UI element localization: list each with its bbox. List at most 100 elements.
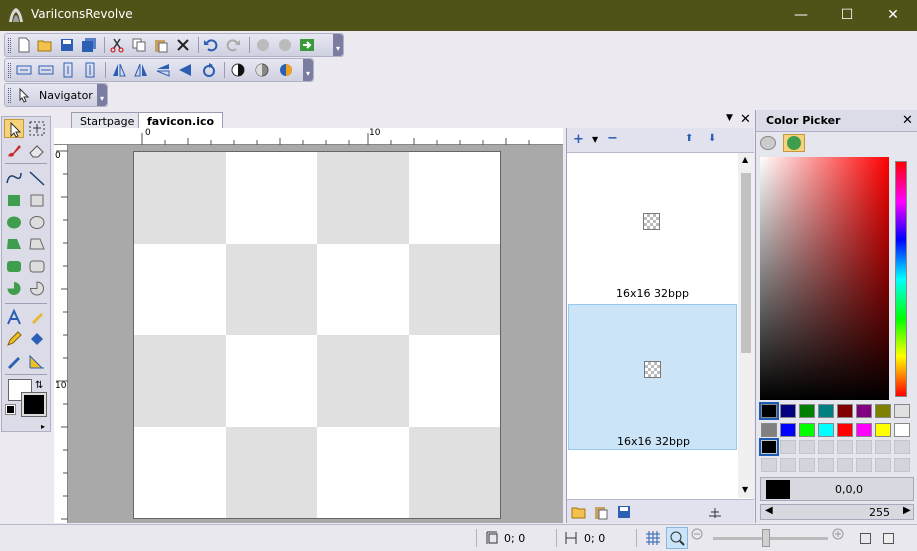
expand-horizontal-icon[interactable] (38, 62, 56, 78)
open-folder-icon[interactable] (37, 37, 55, 53)
alpha-decrease-icon[interactable]: ◀ (765, 505, 773, 516)
palette-swatch[interactable] (894, 423, 910, 437)
palette-swatch[interactable] (799, 423, 815, 437)
format-item[interactable]: 16x16 32bpp (568, 155, 737, 301)
line-tool-icon[interactable] (27, 169, 47, 188)
view-multiple-icon[interactable] (883, 533, 894, 544)
toolbar-overflow-icon[interactable]: ▾ (97, 84, 107, 106)
toolbar-overflow-icon[interactable]: ▾ (303, 59, 313, 81)
zoom-slider-thumb[interactable] (762, 529, 770, 547)
custom-color-slot[interactable] (837, 458, 853, 472)
add-format-icon[interactable]: + (573, 132, 584, 147)
import-folder-icon[interactable] (571, 504, 587, 520)
help-icon[interactable] (255, 37, 273, 53)
palette-swatch[interactable] (894, 404, 910, 418)
rotate-icon[interactable] (201, 62, 219, 78)
redo-icon[interactable] (225, 37, 243, 53)
flip-horizontal-icon[interactable] (111, 62, 129, 78)
zoom-fit-icon[interactable] (666, 527, 688, 549)
custom-color-slot[interactable] (780, 458, 796, 472)
mirror-vertical-icon[interactable] (177, 62, 195, 78)
custom-color-slot[interactable] (856, 440, 872, 454)
palette-swatch[interactable] (818, 404, 834, 418)
palette-swatch[interactable] (780, 423, 796, 437)
export-icon[interactable] (299, 37, 317, 53)
close-tab-icon[interactable]: ✕ (740, 112, 751, 127)
toolbar-grip[interactable] (8, 88, 11, 103)
expand-vertical-icon[interactable] (82, 62, 100, 78)
info-icon[interactable] (277, 37, 295, 53)
pencil-tool-icon[interactable] (4, 330, 24, 349)
save-all-icon[interactable] (81, 37, 99, 53)
foreground-color-swatch[interactable] (21, 392, 47, 417)
minimize-button[interactable]: — (778, 0, 824, 31)
palette-swatch[interactable] (837, 404, 853, 418)
custom-color-slot[interactable] (799, 440, 815, 454)
color-balance-icon[interactable] (278, 62, 296, 78)
pointer-icon[interactable] (16, 87, 34, 103)
filled-rounded-rect-tool-icon[interactable] (4, 257, 24, 276)
custom-color-slot[interactable] (818, 458, 834, 472)
tab-list-dropdown-icon[interactable]: ▼ (726, 113, 733, 123)
palette-swatch[interactable] (856, 404, 872, 418)
view-single-icon[interactable] (860, 533, 871, 544)
maximize-button[interactable]: ☐ (824, 0, 870, 31)
new-file-icon[interactable] (16, 37, 34, 53)
shrink-horizontal-icon[interactable] (16, 62, 34, 78)
toolbar-grip[interactable] (8, 63, 11, 78)
filled-ellipse-tool-icon[interactable] (4, 213, 24, 232)
navigator-label[interactable]: Navigator (39, 89, 93, 102)
palette-swatch[interactable] (761, 423, 777, 437)
grayscale-icon[interactable] (230, 62, 248, 78)
rounded-rect-tool-icon[interactable] (27, 257, 47, 276)
zoom-slider[interactable] (713, 529, 828, 547)
swap-colors-icon[interactable]: ⇅ (35, 380, 43, 391)
ellipse-tool-icon[interactable] (27, 213, 47, 232)
zoom-in-icon[interactable] (831, 527, 847, 543)
rectangle-tool-icon[interactable] (27, 191, 47, 210)
toolbar-grip[interactable] (8, 38, 11, 53)
custom-color-slot[interactable] (761, 458, 777, 472)
resize-grip-icon[interactable] (707, 504, 723, 520)
move-down-icon[interactable]: ⬇ (708, 133, 716, 144)
filled-rectangle-tool-icon[interactable] (4, 191, 24, 210)
default-colors-icon[interactable] (5, 404, 16, 415)
toolbar-overflow-icon[interactable]: ▾ (333, 34, 343, 56)
custom-color-slot[interactable] (875, 458, 891, 472)
mirror-horizontal-icon[interactable] (133, 62, 151, 78)
color-replace-tool-icon[interactable] (4, 352, 24, 371)
eyedropper-mode-icon[interactable] (783, 134, 805, 152)
format-item[interactable]: 16x16 32bpp (568, 304, 737, 450)
filled-pie-tool-icon[interactable] (4, 279, 24, 298)
picker-mode-icon[interactable] (760, 136, 776, 150)
eraser-tool-icon[interactable] (27, 141, 47, 160)
custom-color-slot[interactable] (837, 440, 853, 454)
palette-swatch[interactable] (759, 402, 779, 420)
close-window-button[interactable]: ✕ (870, 0, 916, 31)
custom-color-slot[interactable] (856, 458, 872, 472)
cut-icon[interactable] (109, 37, 127, 53)
custom-color-slot[interactable] (799, 458, 815, 472)
palette-swatch[interactable] (837, 423, 853, 437)
flip-vertical-icon[interactable] (155, 62, 173, 78)
palette-swatch[interactable] (780, 404, 796, 418)
saturation-value-field[interactable] (760, 157, 889, 400)
undo-icon[interactable] (203, 37, 221, 53)
brush-tool-icon[interactable] (4, 141, 24, 160)
grid-toggle-icon[interactable] (645, 530, 661, 546)
shrink-vertical-icon[interactable] (60, 62, 78, 78)
copy-icon[interactable] (131, 37, 149, 53)
scroll-down-icon[interactable]: ▼ (742, 485, 748, 494)
alpha-slider[interactable]: ◀ 255 ▶ (760, 504, 914, 520)
custom-color-slot[interactable] (894, 458, 910, 472)
custom-color-slot[interactable] (875, 440, 891, 454)
palette-swatch[interactable] (875, 404, 891, 418)
scroll-up-icon[interactable]: ▲ (742, 155, 748, 164)
save-format-icon[interactable] (616, 504, 632, 520)
palette-swatch[interactable] (856, 423, 872, 437)
close-panel-icon[interactable]: ✕ (902, 113, 913, 128)
hue-slider[interactable] (895, 161, 907, 397)
move-up-icon[interactable]: ⬆ (685, 133, 693, 144)
palette-overflow-icon[interactable]: ▸ (41, 422, 45, 431)
filled-polygon-tool-icon[interactable] (4, 235, 24, 254)
